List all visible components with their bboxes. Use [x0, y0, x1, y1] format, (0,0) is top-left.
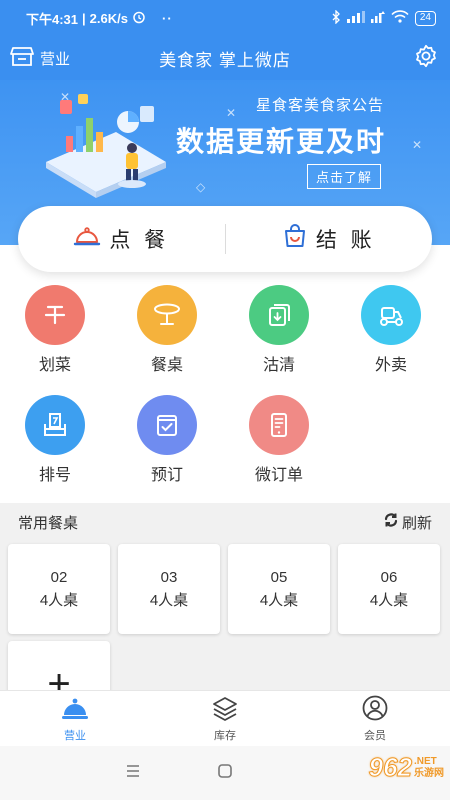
nav-item-business[interactable]: 营业 — [0, 691, 150, 746]
cloche-icon — [73, 224, 101, 254]
store-icon — [10, 45, 34, 71]
grid-item-queue-number[interactable]: 排号 — [10, 395, 100, 495]
grid-label: 微订单 — [254, 467, 303, 484]
checkout-button[interactable]: 结 账 — [226, 206, 433, 272]
battery-icon: 24 — [414, 10, 436, 26]
watermark-logo: 962 .NET 乐游网 — [368, 752, 444, 783]
grid-item-reservation[interactable]: 预订 — [122, 395, 212, 495]
micro-order-icon — [249, 395, 309, 455]
section-title: 常用餐桌 — [18, 514, 79, 532]
bluetooth-icon — [331, 8, 341, 27]
wifi-icon — [391, 10, 409, 26]
app-header: 营业 美食家 掌上微店 — [0, 36, 450, 80]
system-nav-bar: 962 .NET 乐游网 — [0, 746, 450, 800]
grid-item-strike-dish[interactable]: 划菜 — [10, 285, 100, 385]
strike-dish-icon — [25, 285, 85, 345]
refresh-button[interactable]: 刷新 — [383, 512, 432, 533]
table-seats: 4人桌 — [39, 592, 79, 609]
nav-item-member[interactable]: 会员 — [300, 691, 450, 746]
table-seats: 4人桌 — [149, 592, 189, 609]
bottom-nav: 营业 库存 会员 — [0, 690, 450, 746]
grid-item-table[interactable]: 餐桌 — [122, 285, 212, 385]
queue-number-icon — [25, 395, 85, 455]
grid-item-micro-order[interactable]: 微订单 — [234, 395, 324, 495]
order-button[interactable]: 点 餐 — [18, 206, 225, 272]
delivery-icon — [361, 285, 421, 345]
cloche-icon — [60, 695, 90, 724]
business-label: 营业 — [40, 50, 71, 68]
table-card-03[interactable]: 03 4人桌 — [118, 544, 220, 634]
grid-label: 排号 — [38, 467, 71, 484]
grid-label: 餐桌 — [150, 357, 183, 374]
home-icon — [217, 763, 233, 784]
nav-item-inventory[interactable]: 库存 — [150, 691, 300, 746]
status-time: 下午4:31 — [26, 11, 79, 27]
signal-icon — [346, 10, 365, 26]
nav-label: 会员 — [364, 729, 386, 742]
data-illustration — [36, 92, 176, 202]
refresh-icon — [383, 512, 399, 532]
banner-headline: 数据更新更及时 — [176, 126, 387, 157]
user-icon — [362, 695, 388, 724]
refresh-label: 刷新 — [401, 514, 432, 532]
signal-icon-2 — [370, 10, 385, 26]
watermark-name: 乐游网 — [414, 767, 444, 779]
grid-label: 预订 — [150, 467, 183, 484]
grid-item-sold-out[interactable]: 沽清 — [234, 285, 324, 385]
table-card-05[interactable]: 05 4人桌 — [228, 544, 330, 634]
grid-label: 划菜 — [38, 357, 71, 374]
banner-notice: 星食客美食家公告 — [256, 97, 385, 114]
add-table-button[interactable]: + — [8, 641, 110, 690]
table-seats: 4人桌 — [369, 592, 409, 609]
common-tables-section: 常用餐桌 刷新 02 4人桌 03 4人桌 05 4人桌 06 4人桌 + — [0, 503, 450, 690]
home-button[interactable] — [216, 763, 234, 784]
table-number: 02 — [50, 569, 68, 586]
sold-out-icon — [249, 285, 309, 345]
status-speed: 2.6K/s — [89, 10, 128, 26]
shopping-bag-icon — [282, 223, 308, 255]
table-icon — [137, 285, 197, 345]
action-card: 点 餐 结 账 — [18, 206, 432, 272]
reservation-icon — [137, 395, 197, 455]
status-dots: ·· — [161, 10, 173, 26]
business-button[interactable]: 营业 — [10, 45, 70, 71]
learn-more-button[interactable]: 点击了解 — [307, 164, 382, 189]
order-label: 点 餐 — [109, 229, 170, 252]
table-number: 03 — [160, 569, 178, 586]
plus-icon: + — [47, 662, 71, 690]
nav-label: 营业 — [64, 729, 86, 742]
grid-item-delivery[interactable]: 外卖 — [346, 285, 436, 385]
table-number: 05 — [270, 569, 288, 586]
section-header: 常用餐桌 刷新 — [0, 503, 450, 541]
table-card-06[interactable]: 06 4人桌 — [338, 544, 440, 634]
watermark-suffix: .NET — [414, 755, 437, 767]
checkout-label: 结 账 — [315, 229, 376, 252]
alarm-icon — [132, 10, 146, 27]
status-bar: 下午4:31 | 2.6K/s ·· 24 — [0, 0, 450, 36]
table-card-02[interactable]: 02 4人桌 — [8, 544, 110, 634]
layers-icon — [211, 695, 239, 724]
menu-icon — [125, 764, 141, 783]
table-seats: 4人桌 — [259, 592, 299, 609]
nav-label: 库存 — [214, 729, 236, 742]
gear-icon — [414, 44, 438, 73]
grid-label: 沽清 — [262, 357, 295, 374]
menu-button[interactable] — [124, 764, 142, 782]
watermark-number: 962 — [368, 752, 412, 783]
grid-label: 外卖 — [374, 357, 407, 374]
table-number: 06 — [380, 569, 398, 586]
settings-button[interactable] — [412, 44, 440, 72]
